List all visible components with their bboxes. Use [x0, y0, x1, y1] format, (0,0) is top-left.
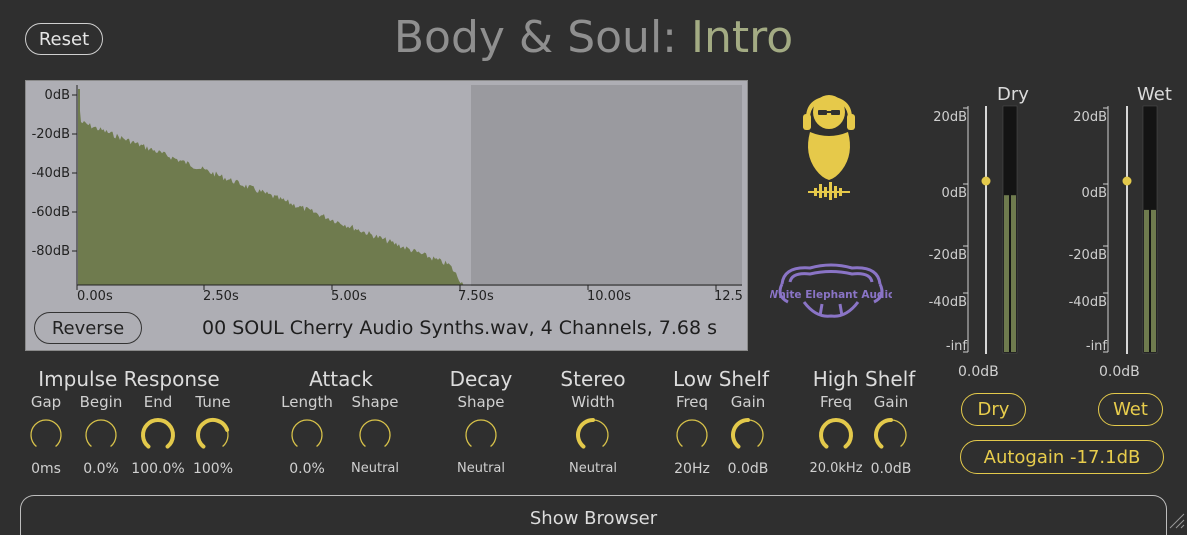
wet-gain-slider-handle[interactable]: [1122, 176, 1132, 186]
gap-knob[interactable]: [26, 414, 66, 454]
db-tick-label: -20dB: [32, 127, 70, 142]
dry-scale-label: -20dB: [929, 248, 967, 263]
low-shelf-gain-value: 0.0dB: [727, 461, 769, 477]
high-shelf-gain-knob[interactable]: [871, 414, 911, 454]
db-tick-label: -60dB: [32, 205, 70, 220]
show-browser-button[interactable]: Show Browser: [20, 495, 1167, 535]
attack-shape-label: Shape: [351, 393, 399, 411]
dry-meter-fill-right: [1011, 195, 1016, 352]
attack-length-value: 0.0%: [289, 461, 325, 477]
low-shelf-freq-knob[interactable]: [672, 414, 712, 454]
output-meters: 20dB 0dB -20dB -40dB -inf 20dB 0dB -20dB…: [929, 105, 1158, 354]
section-title-impulse-response: Impulse Response: [38, 367, 220, 391]
white-elephant-audio-logo-icon: White Elephant Audio: [770, 263, 892, 318]
trimmed-region: [471, 85, 742, 286]
wet-meter-fill-left: [1144, 209, 1149, 352]
db-tick-label: -80dB: [32, 244, 70, 259]
dry-gain-slider-handle[interactable]: [981, 176, 991, 186]
db-tick-label: 0dB: [45, 88, 70, 103]
time-tick-label: 7.50s: [458, 289, 494, 304]
wet-gain-value: 0.0dB: [1099, 364, 1140, 380]
high-shelf-freq-label: Freq: [819, 393, 853, 411]
end-value: 100.0%: [131, 461, 185, 477]
decay-shape-label: Shape: [457, 393, 505, 411]
waveform-shape: [78, 89, 465, 285]
section-title-attack: Attack: [309, 367, 373, 391]
file-info: 00 SOUL Cherry Audio Synths.wav, 4 Chann…: [202, 317, 718, 339]
end-knob-value-arc: [141, 418, 175, 449]
low-shelf-freq-label: Freq: [675, 393, 709, 411]
dry-meter-fill-left: [1004, 195, 1009, 352]
section-title-low-shelf: Low Shelf: [672, 367, 770, 391]
reverse-button[interactable]: Reverse: [34, 312, 142, 344]
attack-length-knob[interactable]: [287, 414, 327, 454]
dry-solo-button[interactable]: Dry: [961, 393, 1026, 426]
time-tick-label: 10.00s: [587, 289, 631, 304]
wet-meter-fill-right: [1151, 209, 1156, 352]
attack-shape-value: Neutral: [351, 461, 399, 476]
begin-label: Begin: [79, 393, 123, 411]
wet-solo-button[interactable]: Wet: [1098, 393, 1163, 426]
title-plugin-name: Body & Soul:: [393, 12, 691, 63]
tune-label: Tune: [195, 393, 231, 411]
high-shelf-freq-value: 20.0kHz: [809, 461, 863, 476]
attack-length-label: Length: [281, 393, 333, 411]
section-title-stereo: Stereo: [560, 367, 626, 391]
end-knob[interactable]: [138, 414, 178, 454]
tune-knob[interactable]: [193, 414, 233, 454]
time-tick-label: 0.00s: [77, 289, 113, 304]
low-shelf-gain-knob[interactable]: [728, 414, 768, 454]
section-title-high-shelf: High Shelf: [812, 367, 916, 391]
impulse-response-display: 0dB -20dB -40dB -60dB -80dB 0.00s 2.50s …: [25, 80, 748, 351]
section-title-decay: Decay: [449, 367, 513, 391]
title-preset-name: Intro: [690, 12, 794, 63]
decay-shape-knob[interactable]: [461, 414, 501, 454]
stereo-width-label: Width: [571, 393, 615, 411]
time-tick-label: 2.50s: [203, 289, 239, 304]
stereo-width-knob-value-arc: [576, 418, 595, 449]
dry-scale-label: 0dB: [942, 186, 967, 201]
begin-value: 0.0%: [83, 461, 119, 477]
low-shelf-gain-knob-value-arc: [731, 418, 750, 449]
decay-shape-value: Neutral: [457, 461, 505, 476]
gap-label: Gap: [30, 393, 62, 411]
end-label: End: [143, 393, 173, 411]
high-shelf-freq-knob-value-arc: [819, 418, 853, 449]
high-shelf-gain-value: 0.0dB: [870, 461, 912, 477]
low-shelf-freq-value: 20Hz: [674, 461, 710, 477]
high-shelf-freq-knob[interactable]: [816, 414, 856, 454]
low-shelf-gain-label: Gain: [730, 393, 766, 411]
time-tick-label: 5.00s: [331, 289, 367, 304]
begin-knob[interactable]: [81, 414, 121, 454]
wet-scale-label: 20dB: [1073, 110, 1107, 125]
gap-value: 0ms: [31, 461, 61, 477]
db-tick-label: -40dB: [32, 166, 70, 181]
dry-scale-label: 20dB: [933, 110, 967, 125]
autogain-button[interactable]: Autogain -17.1dB: [960, 440, 1164, 474]
time-tick-label: 12.5: [714, 289, 743, 304]
attack-shape-knob[interactable]: [355, 414, 395, 454]
high-shelf-gain-label: Gain: [873, 393, 909, 411]
tune-value: 100%: [192, 461, 234, 477]
dry-scale-label: -40dB: [929, 295, 967, 310]
wet-scale-label: 0dB: [1082, 186, 1107, 201]
waveform-plot: 0dB -20dB -40dB -60dB -80dB 0.00s 2.50s …: [32, 85, 743, 304]
dry-gain-value: 0.0dB: [958, 364, 999, 380]
resize-grip-icon[interactable]: [1166, 510, 1186, 530]
stereo-width-value: Neutral: [569, 461, 617, 476]
stereo-width-knob[interactable]: [573, 414, 613, 454]
bearded-headphones-logo-icon: [803, 95, 855, 200]
tune-knob-value-arc: [196, 418, 230, 449]
wet-scale-label: -40dB: [1069, 295, 1107, 310]
high-shelf-gain-knob-value-arc: [874, 418, 893, 449]
wet-scale-label: -20dB: [1069, 248, 1107, 263]
company-name: White Elephant Audio: [770, 289, 892, 301]
page-title: Body & Soul: Intro: [0, 10, 1187, 66]
